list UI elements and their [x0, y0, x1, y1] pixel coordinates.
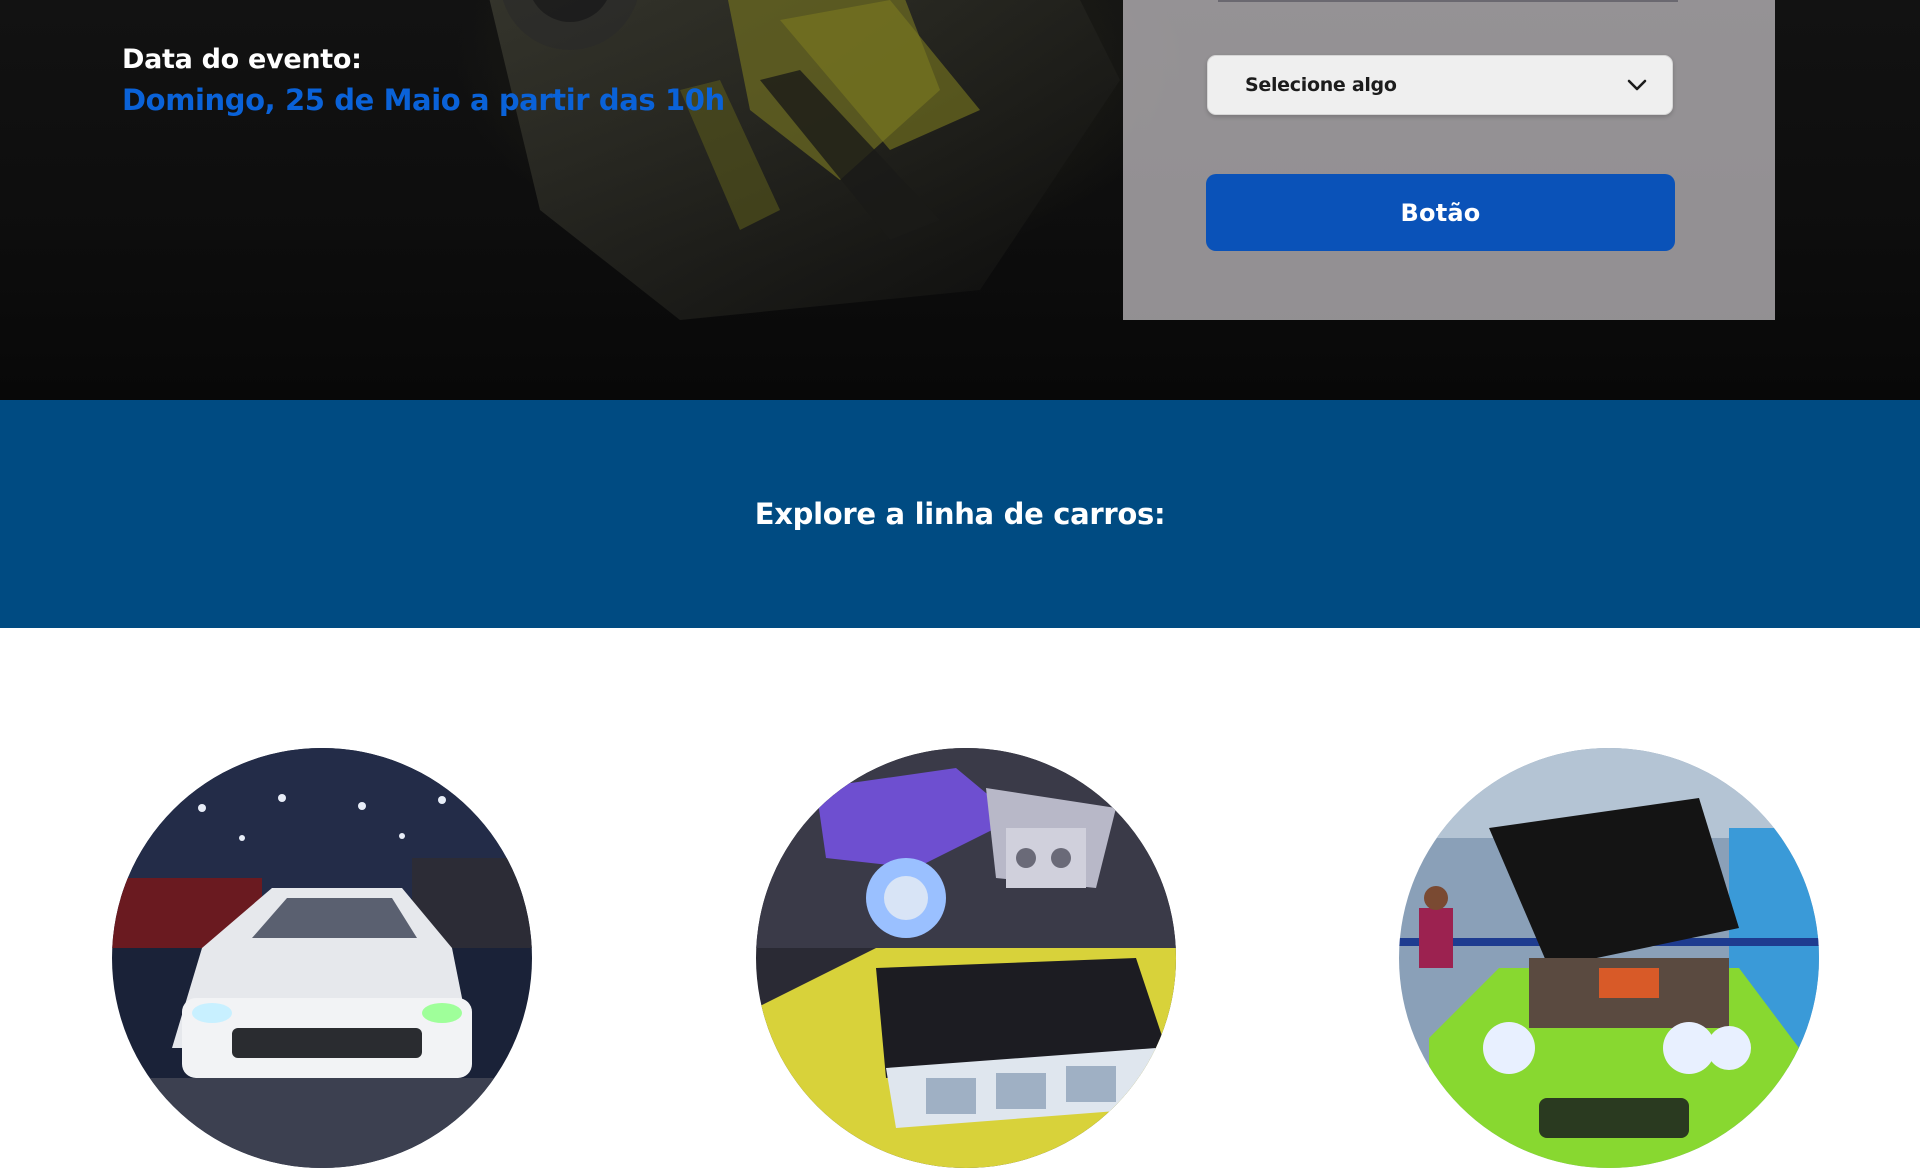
car-photo-yellow[interactable] [756, 748, 1176, 1168]
yellow-car-engine-image [756, 748, 1176, 1168]
event-date-value: Domingo, 25 de Maio a partir das 10h [122, 83, 725, 117]
car-photo-green[interactable] [1399, 748, 1819, 1168]
event-date-label: Data do evento: [122, 44, 362, 75]
car-photo-white[interactable] [112, 748, 532, 1168]
event-info: Data do evento: Domingo, 25 de Maio a pa… [122, 44, 725, 117]
green-car-image [1399, 748, 1819, 1168]
explore-banner: Explore a linha de carros: [0, 400, 1920, 628]
car-gallery [0, 628, 1920, 1168]
signup-form-panel: Selecione algo Botão [1123, 0, 1775, 320]
explore-title: Explore a linha de carros: [754, 497, 1166, 531]
select-value: Selecione algo [1245, 74, 1397, 96]
submit-button[interactable]: Botão [1206, 174, 1675, 251]
hero-section: Data do evento: Domingo, 25 de Maio a pa… [0, 0, 1920, 400]
chevron-down-icon [1627, 79, 1647, 91]
input-underline [1218, 0, 1678, 2]
white-car-image [112, 748, 532, 1168]
option-select[interactable]: Selecione algo [1207, 55, 1673, 115]
